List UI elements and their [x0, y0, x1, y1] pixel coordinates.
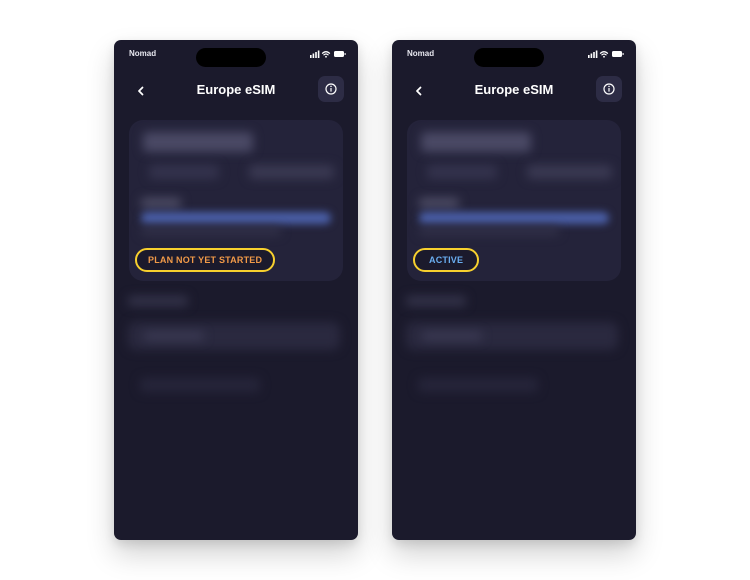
battery-icon	[334, 51, 346, 57]
dynamic-island	[196, 48, 266, 67]
plan-card[interactable]: ACTIVE	[407, 120, 621, 281]
usage-label-blurred	[419, 198, 459, 208]
phone-screen-active: Nomad Europe eSIM ACTIVE	[392, 40, 636, 540]
section-heading-blurred	[128, 296, 188, 306]
plan-name-blurred	[143, 132, 253, 152]
status-bar: Nomad	[114, 40, 358, 68]
status-badge: PLAN NOT YET STARTED	[135, 248, 276, 272]
dynamic-island	[474, 48, 544, 67]
signal-icon	[588, 50, 598, 58]
info-button[interactable]	[596, 76, 622, 102]
section-heading-blurred	[406, 296, 466, 306]
list-item-label-blurred	[422, 332, 482, 340]
wifi-icon	[599, 51, 609, 58]
nav-bar: Europe eSIM	[392, 74, 636, 106]
status-badge: ACTIVE	[413, 248, 480, 272]
status-icons	[310, 50, 346, 58]
battery-icon	[612, 51, 624, 57]
usage-label-blurred	[141, 198, 181, 208]
phone-screen-not-started: Nomad Europe eSIM PLAN NOT YET STARTED	[114, 40, 358, 540]
usage-bar-blurred	[141, 212, 331, 224]
list-item-label-blurred	[144, 332, 204, 340]
usage-text-blurred	[141, 227, 281, 235]
plan-detail-blurred	[149, 165, 219, 179]
carrier-name: Nomad	[129, 49, 157, 58]
list-item-blurred[interactable]	[418, 378, 538, 392]
info-icon	[325, 83, 337, 95]
list-item-blurred[interactable]	[140, 378, 260, 392]
carrier-name: Nomad	[407, 49, 435, 58]
info-button[interactable]	[318, 76, 344, 102]
plan-name-blurred	[421, 132, 531, 152]
usage-text-blurred	[419, 227, 559, 235]
plan-detail-blurred	[249, 165, 334, 179]
usage-bar-blurred	[419, 212, 609, 224]
status-bar: Nomad	[392, 40, 636, 68]
plan-detail-blurred	[427, 165, 497, 179]
nav-bar: Europe eSIM	[114, 74, 358, 106]
plan-detail-blurred	[527, 165, 612, 179]
status-icons	[588, 50, 624, 58]
info-icon	[603, 83, 615, 95]
signal-icon	[310, 50, 320, 58]
plan-card[interactable]: PLAN NOT YET STARTED	[129, 120, 343, 281]
wifi-icon	[321, 51, 331, 58]
